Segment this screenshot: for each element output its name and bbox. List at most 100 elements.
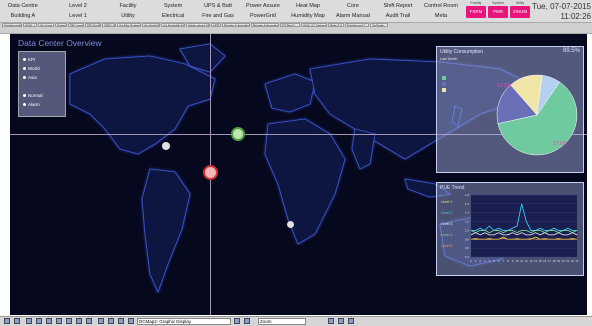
tab-2[interactable]: Air Lines xyxy=(38,23,54,27)
nav-utility[interactable]: Utility xyxy=(108,11,148,21)
nav-ups-batt[interactable]: UPS & Batt xyxy=(198,1,238,11)
dropdown-icon[interactable] xyxy=(234,318,240,324)
trend-x-tick: 14 xyxy=(534,259,538,263)
nav-audit-trail[interactable]: Audit Trail xyxy=(378,11,418,21)
refresh-icon[interactable] xyxy=(108,318,114,324)
pmr-button[interactable]: System PMR xyxy=(488,1,508,19)
tool-icon[interactable] xyxy=(328,318,334,324)
world-map-panel: Data Center Overview KPI World Asia Norm… xyxy=(10,34,587,315)
folder-icon[interactable] xyxy=(36,318,42,324)
nav-power-assure[interactable]: Power Assure xyxy=(243,1,283,11)
tool-icon[interactable] xyxy=(348,318,354,324)
nav-shift-report[interactable]: Shift Report xyxy=(378,1,418,11)
image-icon[interactable] xyxy=(128,318,134,324)
radio-asia-label: Asia xyxy=(28,75,37,80)
radio-kpi-label: KPI xyxy=(28,57,36,62)
tab-5[interactable]: DR-Facility xyxy=(85,23,101,27)
window-icon[interactable] xyxy=(46,318,52,324)
site-marker-2[interactable] xyxy=(287,221,294,228)
map-filter-box: KPI World Asia Normal Alarm xyxy=(18,51,66,117)
trend-x-tick: 15 xyxy=(539,259,543,263)
nav-level-1[interactable]: Level 1 xyxy=(58,11,98,21)
radio-kpi[interactable]: KPI xyxy=(23,56,35,64)
edit-icon[interactable] xyxy=(26,318,32,324)
tab-12[interactable]: Private Automation xyxy=(222,23,250,27)
africa xyxy=(264,118,346,245)
trend-x-tick: 13 xyxy=(529,259,533,263)
tab-4[interactable]: DR-Level xyxy=(68,23,84,27)
image-icon[interactable] xyxy=(118,318,124,324)
radio-alarm[interactable]: Alarm xyxy=(23,101,40,109)
trend-y-tick: 1.6 xyxy=(465,202,470,206)
tab-10[interactable]: Alerts about ANNA xyxy=(186,23,210,27)
window-icon[interactable] xyxy=(66,318,72,324)
trend-x-tick: 8 xyxy=(507,259,509,263)
tab-15[interactable]: ANA-UC Network xyxy=(301,23,327,27)
radio-alarm-label: Alarm xyxy=(28,102,40,107)
trend-x-tick: 20 xyxy=(562,259,566,263)
tab-7[interactable]: Air Fire System xyxy=(117,23,141,27)
fsrm-caption: Facility xyxy=(470,1,482,5)
nav-core[interactable]: Core xyxy=(333,1,373,11)
tab-6[interactable]: UPS Util xyxy=(102,23,116,27)
tab-3[interactable]: Sample xyxy=(55,23,67,27)
nav-heat-map[interactable]: Heat Map xyxy=(288,1,328,11)
trend-x-tick: 17 xyxy=(548,259,552,263)
north-america xyxy=(69,55,216,155)
nav-meta[interactable]: Meta xyxy=(421,11,461,21)
trend-series-label-2: Level 3 xyxy=(441,222,452,226)
browser-icon[interactable] xyxy=(14,318,20,324)
tab-bar: DashboardsANAL-UCAir LinesSampleDR-Level… xyxy=(0,22,592,34)
trend-x-tick: 0 xyxy=(470,259,472,263)
pie-label-2: 17.0% xyxy=(553,141,568,147)
start-icon[interactable] xyxy=(4,318,10,324)
nav-system[interactable]: System xyxy=(153,1,193,11)
nav-facility[interactable]: Facility xyxy=(108,1,148,11)
nav-alarm-manual[interactable]: Alarm Manual xyxy=(333,11,373,21)
display-selector[interactable]: DCMap2: Graphic Display xyxy=(137,318,231,325)
pie-legend-swatch-0 xyxy=(442,76,446,80)
radio-world[interactable]: World xyxy=(23,65,40,73)
tab-13[interactable]: Private Automation xyxy=(251,23,279,27)
radio-asia[interactable]: Asia xyxy=(23,74,37,82)
tab-1[interactable]: ANAL-UC xyxy=(23,23,37,27)
tab-11[interactable]: AEP xyxy=(211,23,221,27)
trend-y-tick: 1.0 xyxy=(465,228,470,232)
trend-series-label-0: Level 1 xyxy=(441,200,452,204)
tab-18[interactable]: ZeGrate xyxy=(370,23,388,27)
window-icon[interactable] xyxy=(76,318,82,324)
nav-fire-and-gas[interactable]: Fire and Gas xyxy=(198,11,238,21)
tab-14[interactable]: DCMap2 xyxy=(280,23,300,27)
trend-y-tick: 0.6 xyxy=(465,246,470,250)
nav-level-2[interactable]: Level 2 xyxy=(58,1,98,11)
tab-16[interactable]: Beta 3.0 xyxy=(328,23,344,27)
zoom-field[interactable]: Zoom xyxy=(258,318,306,325)
site-marker-1[interactable] xyxy=(162,142,170,150)
nav-humidity-map[interactable]: Humidity Map xyxy=(288,11,328,21)
nav-control-room[interactable]: Control Room xyxy=(421,1,461,11)
star-icon[interactable] xyxy=(244,318,250,324)
tab-17[interactable]: Dashboard 2 xyxy=(345,23,369,27)
trend-x-tick: 11 xyxy=(520,259,523,263)
trend-x-tick: 7 xyxy=(502,259,504,263)
trend-x-tick: 1 xyxy=(475,259,477,263)
window-icon[interactable] xyxy=(86,318,92,324)
trend-y-tick: 0.4 xyxy=(465,255,470,259)
tab-8[interactable]: Air Heat Maps xyxy=(142,23,160,27)
nav-data-centre[interactable]: Data Centre xyxy=(3,1,43,11)
zinum-button[interactable]: Utility ZINUM xyxy=(510,1,530,19)
tool-icon[interactable] xyxy=(338,318,344,324)
site-marker-asia-normal[interactable] xyxy=(231,127,245,141)
nav-powergrid[interactable]: PowerGrid xyxy=(243,11,283,21)
window-icon[interactable] xyxy=(56,318,62,324)
pie-chart: 13.5% 17.0% xyxy=(442,74,578,156)
pen-icon[interactable] xyxy=(98,318,104,324)
fsrm-button[interactable]: Facility FSRM xyxy=(466,1,486,19)
radio-normal[interactable]: Normal xyxy=(23,92,43,100)
india xyxy=(351,128,376,170)
nav-building-a[interactable]: Building A xyxy=(3,11,43,21)
nav-electrical[interactable]: Electrical xyxy=(153,11,193,21)
tab-9[interactable]: Air Humidity Map xyxy=(161,23,185,27)
site-marker-asia-alarm[interactable] xyxy=(203,165,218,180)
tab-0[interactable]: Dashboards xyxy=(2,23,22,27)
